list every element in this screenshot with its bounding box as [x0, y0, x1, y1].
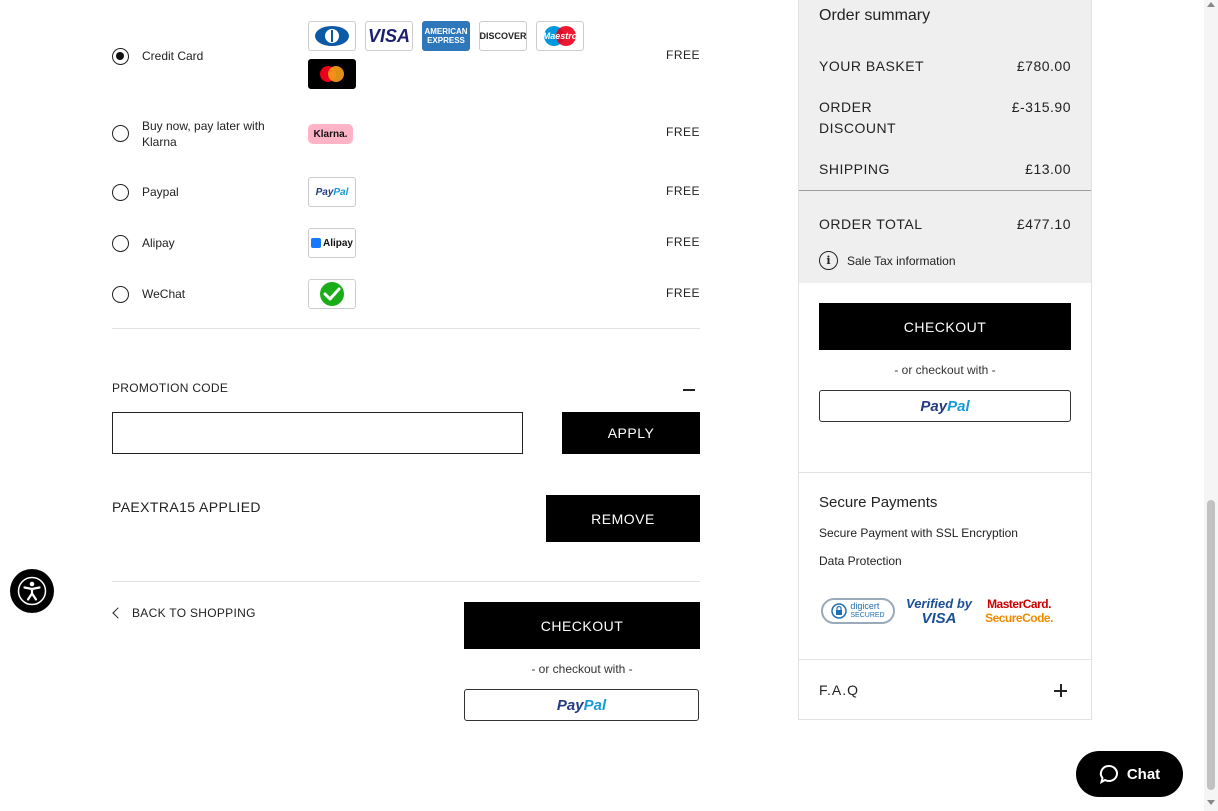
mastercard-text: MasterCard. — [987, 597, 1051, 611]
scrollbar-thumb[interactable] — [1207, 500, 1215, 790]
scroll-down-arrow-icon[interactable] — [1207, 800, 1215, 805]
sale-tax-info-label: Sale Tax information — [847, 253, 956, 268]
securecode-text: SecureCode. — [985, 611, 1053, 625]
summary-panel — [799, 0, 1091, 283]
accessibility-icon — [17, 576, 47, 606]
back-to-shopping-link[interactable]: BACK TO SHOPPING — [112, 606, 256, 620]
basket-value: £780.00 — [1016, 58, 1071, 74]
payment-option-paypal[interactable]: Paypal FREE — [112, 184, 700, 201]
amex-logo: AMERICAN EXPRESS — [422, 21, 470, 51]
payment-option-alipay[interactable]: Alipay FREE — [112, 235, 700, 252]
discount-value: £-315.90 — [1011, 99, 1071, 115]
expand-plus-icon[interactable] — [1054, 684, 1067, 697]
checkout-button-main[interactable]: CHECKOUT — [464, 602, 700, 649]
mastercard-logo — [308, 59, 356, 89]
shipping-label: SHIPPING — [819, 161, 890, 177]
summary-divider — [799, 190, 1091, 191]
paypal-btn-part1: Pay — [556, 696, 584, 714]
lock-icon — [831, 603, 848, 619]
digicert-line1: digicert — [850, 601, 880, 611]
applied-promo-text: PAEXTRA15 APPLIED — [112, 499, 261, 515]
alipay-logo: Alipay — [308, 228, 356, 258]
alipay-icon — [310, 238, 321, 248]
discover-logo: DISCOVER — [479, 21, 527, 51]
paypal-logo: Pay Pal — [308, 177, 356, 207]
back-to-shopping-label: BACK TO SHOPPING — [132, 606, 256, 620]
chat-bubble-icon — [1099, 764, 1118, 784]
klarna-logo: Klarna. — [308, 124, 353, 144]
paypal-btn-part2: Pal — [583, 696, 607, 714]
basket-label: YOUR BASKET — [819, 58, 925, 74]
diners-club-logo — [308, 21, 356, 51]
payment-price: FREE — [665, 235, 700, 249]
shipping-value: £13.00 — [1025, 161, 1071, 177]
paypal-btn-part2: Pal — [947, 397, 970, 415]
paypal-logo-part2: Pal — [333, 186, 349, 198]
divider — [799, 659, 1091, 660]
scroll-up-arrow-icon[interactable] — [1207, 2, 1215, 7]
wechat-pay-logo — [308, 279, 356, 309]
payment-price: FREE — [665, 48, 700, 62]
paypal-btn-part1: Pay — [920, 397, 948, 415]
divider — [799, 472, 1091, 473]
payment-label: Credit Card — [142, 49, 204, 63]
payment-label: WeChat — [142, 287, 186, 301]
info-icon: i — [819, 251, 838, 270]
radio-paypal[interactable] — [112, 184, 129, 201]
verified-by-text: Verified by — [906, 596, 972, 611]
collapse-minus-icon[interactable] — [683, 389, 695, 391]
maestro-text: Maestro — [542, 31, 578, 41]
radio-wechat[interactable] — [112, 286, 129, 303]
sale-tax-info-link[interactable]: i Sale Tax information — [819, 251, 956, 270]
payment-price: FREE — [665, 184, 700, 198]
visa-logo: VISA — [365, 21, 413, 51]
checkout-button-sidebar[interactable]: CHECKOUT — [819, 303, 1071, 350]
order-summary-sidebar: Order summary YOUR BASKET £780.00 ORDER … — [798, 0, 1092, 720]
payment-label: Buy now, pay later with Klarna — [142, 119, 265, 149]
divider — [112, 328, 700, 329]
verified-by-visa-badge: Verified by VISA — [903, 594, 975, 628]
promotion-code-title: PROMOTION CODE — [112, 381, 229, 395]
order-summary-title: Order summary — [819, 7, 931, 24]
apply-button[interactable]: APPLY — [562, 412, 700, 454]
alipay-text: Alipay — [322, 237, 353, 249]
order-total-label: ORDER TOTAL — [819, 216, 923, 232]
accessibility-button[interactable] — [10, 569, 54, 613]
faq-toggle[interactable]: F.A.Q — [819, 682, 859, 698]
secure-payments-title: Secure Payments — [819, 494, 938, 511]
amex-line-2: EXPRESS — [427, 36, 465, 45]
visa-text: VISA — [921, 610, 957, 627]
or-checkout-with-text-sidebar: - or checkout with - — [894, 363, 996, 377]
ssl-encryption-text: Secure Payment with SSL Encryption — [819, 526, 1018, 540]
payment-label: Alipay — [142, 236, 175, 250]
chevron-left-icon — [112, 607, 124, 619]
payment-option-wechat[interactable]: WeChat FREE — [112, 286, 700, 303]
divider — [112, 581, 700, 582]
payment-price: FREE — [665, 286, 700, 300]
maestro-logo: Maestro — [536, 21, 584, 51]
order-total-value: £477.10 — [1016, 216, 1071, 232]
digicert-line2: SECURED — [850, 612, 885, 619]
payment-label: Paypal — [142, 185, 179, 199]
chat-label: Chat — [1126, 765, 1161, 783]
data-protection-text: Data Protection — [819, 554, 902, 568]
digicert-badge: digicert SECURED — [821, 598, 895, 624]
promotion-code-input[interactable] — [112, 412, 523, 454]
payment-price: FREE — [665, 125, 700, 139]
payment-option-klarna[interactable]: Buy now, pay later with Klarna FREE — [112, 119, 700, 149]
radio-klarna[interactable] — [112, 125, 129, 142]
chat-button[interactable]: Chat — [1076, 751, 1183, 797]
paypal-logo-part1: Pay — [315, 186, 334, 198]
remove-button[interactable]: REMOVE — [546, 495, 700, 542]
page-scrollbar[interactable] — [1204, 0, 1218, 811]
radio-alipay[interactable] — [112, 235, 129, 252]
paypal-checkout-button-main[interactable]: Pay Pal — [464, 689, 699, 721]
or-checkout-with-text: - or checkout with - — [531, 662, 633, 676]
radio-credit-card[interactable] — [112, 48, 129, 65]
paypal-checkout-button-sidebar[interactable]: Pay Pal — [819, 390, 1071, 422]
discount-label-line2: DISCOUNT — [819, 120, 897, 136]
mastercard-securecode-badge: MasterCard. SecureCode. — [983, 594, 1055, 628]
discount-label-line1: ORDER — [819, 99, 873, 115]
amex-line-1: AMERICAN — [424, 27, 468, 36]
